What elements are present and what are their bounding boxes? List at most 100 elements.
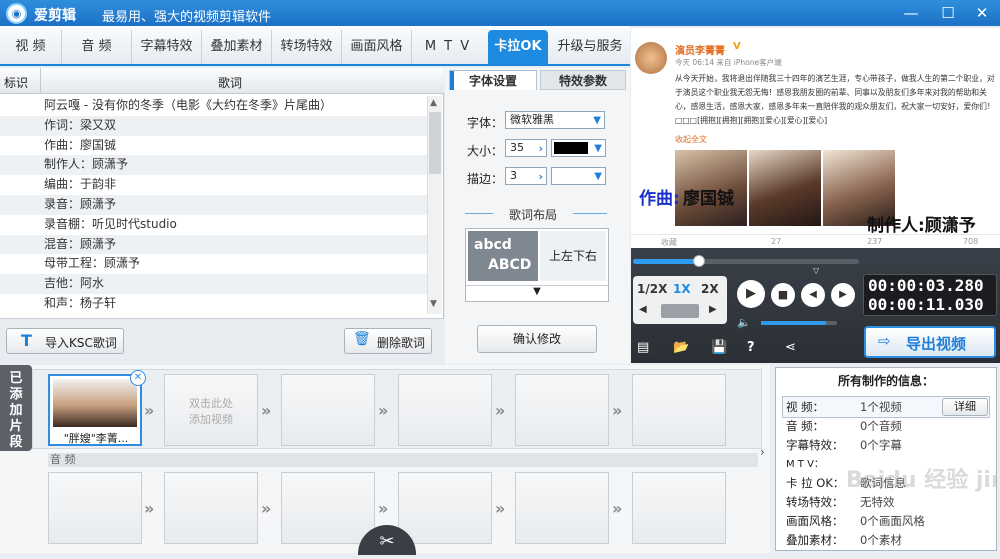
volume-fill	[761, 321, 826, 325]
lyric-row[interactable]: 母带工程：顾潇予	[0, 254, 427, 274]
import-ksc-button[interactable]: T 导入KSC歌词	[6, 328, 124, 354]
empty-clip-slot[interactable]	[632, 374, 726, 446]
lyric-list[interactable]: 阿云嘎 - 没有你的冬季（电影《大约在冬季》片尾曲） 作词：梁又双 作曲：廖国铖…	[0, 96, 427, 316]
layout-sample: abcd ABCD	[468, 231, 538, 281]
empty-audio-slot[interactable]	[398, 472, 492, 544]
empty-audio-slot[interactable]	[515, 472, 609, 544]
lyric-row[interactable]: 阿云嘎 - 没有你的冬季（电影《大约在冬季》片尾曲）	[0, 96, 427, 116]
video-clip[interactable]: "胖嫂"李菁... ✕	[48, 370, 146, 446]
lyric-row[interactable]: 作词：梁又双	[0, 115, 427, 136]
empty-audio-slot[interactable]	[281, 472, 375, 544]
volume-icon[interactable]: 🔈	[737, 316, 751, 329]
share-icon[interactable]: ⋖	[785, 340, 796, 355]
stroke-input[interactable]: 3 ›	[505, 167, 547, 185]
tab-effect-params[interactable]: 特效参数	[540, 70, 626, 90]
scroll-thumb[interactable]	[429, 112, 441, 174]
stroke-color-picker[interactable]: ▼	[551, 167, 606, 185]
open-folder-icon[interactable]: 📂	[673, 340, 689, 355]
lyric-row[interactable]: 吉他：阿水	[0, 274, 427, 294]
minimize-button[interactable]: —	[893, 0, 929, 26]
tab-karaoke[interactable]: 卡拉OK	[488, 30, 548, 64]
delete-lyric-button[interactable]: 🗑 删除歌词	[344, 328, 432, 354]
active-marker	[450, 71, 454, 90]
player-controls: ▽ 1/2X 1X 2X ◀ ▶ ▶ ■ ◀ ▶ 🔈 00:00:03.280 …	[631, 248, 1000, 363]
export-video-button[interactable]: ⇨ 导出视频	[864, 326, 996, 358]
speed-half[interactable]: 1/2X	[637, 282, 667, 296]
save-icon[interactable]: 💾	[711, 340, 727, 355]
size-input[interactable]: 35 ›	[505, 139, 547, 157]
lyric-row[interactable]: 混音：顾潇予	[0, 234, 427, 255]
scroll-down-icon[interactable]: ▼	[430, 299, 437, 309]
empty-clip-slot[interactable]	[281, 374, 375, 446]
speed-double[interactable]: 2X	[701, 282, 719, 296]
color-picker[interactable]: ▼	[551, 139, 606, 157]
add-hint-line1: 双击此处	[189, 397, 233, 410]
tab-audio[interactable]: 音 频	[62, 30, 132, 64]
progress-knob[interactable]	[692, 255, 705, 267]
tab-overlay-material[interactable]: 叠加素材	[202, 30, 272, 64]
info-key: 字幕特效：	[786, 438, 844, 452]
lyric-scrollbar[interactable]: ▲ ▼	[427, 96, 442, 314]
progress-track[interactable]	[633, 255, 859, 267]
info-value: 0个音频	[860, 419, 902, 433]
lyric-row[interactable]: 制作人：顾潇予	[0, 155, 427, 176]
tab-picture-style[interactable]: 画面风格	[342, 30, 412, 64]
chevron-down-icon: ▼	[594, 143, 602, 154]
clip-label: "胖嫂"李菁...	[63, 432, 129, 445]
stop-button[interactable]: ■	[771, 283, 795, 307]
tab-transition-effects[interactable]: 转场特效	[272, 30, 342, 64]
speed-normal[interactable]: 1X	[673, 282, 691, 296]
close-button[interactable]: ✕	[964, 0, 1000, 26]
lyric-layout-selector[interactable]: abcd ABCD 上左下右 ▼	[465, 228, 609, 302]
expand-down-icon[interactable]: ▽	[813, 266, 819, 275]
app-name: 爱剪辑	[34, 8, 76, 24]
video-preview[interactable]: 演员李菁菁 V 今天 06:14 来自 iPhone客户端 从今天开始，我将退出…	[631, 28, 1000, 248]
expand-arrow-icon[interactable]: ▼	[466, 285, 608, 301]
font-select-value: 微软雅黑	[510, 113, 554, 126]
empty-clip-slot[interactable]	[515, 374, 609, 446]
tab-subtitle-effects[interactable]: 字幕特效	[132, 30, 202, 64]
tab-mtv[interactable]: M T V	[412, 30, 484, 64]
fast-forward-icon[interactable]: ▶	[709, 304, 717, 315]
lyric-row[interactable]: 作曲：廖国铖	[0, 136, 427, 156]
chevron-right-icon: ›	[538, 170, 543, 183]
font-select[interactable]: 微软雅黑 ▼	[505, 111, 605, 129]
maximize-button[interactable]: ☐	[930, 0, 966, 26]
lyric-row[interactable]: 录音：顾潇予	[0, 194, 427, 215]
info-row-transition: 转场特效： 无特效	[784, 493, 990, 512]
rewind-icon[interactable]: ◀	[639, 304, 647, 315]
expand-right-icon[interactable]: ›	[760, 445, 765, 459]
remove-clip-icon[interactable]: ✕	[130, 370, 146, 386]
added-clips-tab[interactable]: 已添加片段	[0, 365, 32, 451]
lyric-row[interactable]: 和声：杨子轩	[0, 294, 427, 314]
play-button[interactable]: ▶	[737, 280, 765, 308]
next-frame-button[interactable]: ▶	[831, 283, 855, 307]
speed-control: 1/2X 1X 2X ◀ ▶	[633, 276, 727, 324]
tab-video[interactable]: 视 频	[0, 30, 62, 64]
arrow-right-icon: »	[495, 499, 506, 518]
lyric-row[interactable]: 编曲：于韵非	[0, 175, 427, 195]
empty-audio-slot[interactable]	[48, 472, 142, 544]
previous-frame-button[interactable]: ◀	[801, 283, 825, 307]
scroll-up-icon[interactable]: ▲	[430, 98, 437, 108]
arrow-right-icon: »	[378, 499, 389, 518]
new-project-icon[interactable]: ▤	[637, 340, 649, 355]
info-value: 1个视频	[860, 400, 902, 414]
empty-audio-slot[interactable]	[164, 472, 258, 544]
volume-track[interactable]	[761, 321, 837, 325]
lyric-table-header: 标识 歌词	[0, 68, 444, 94]
arrow-right-icon: »	[261, 499, 272, 518]
layout-option[interactable]: 上左下右	[540, 231, 606, 281]
tab-font-settings[interactable]: 字体设置	[449, 70, 537, 90]
tab-upgrade-service[interactable]: 升级与服务	[552, 30, 628, 64]
add-video-slot[interactable]: 双击此处 添加视频	[164, 374, 258, 446]
empty-clip-slot[interactable]	[398, 374, 492, 446]
empty-audio-slot[interactable]	[632, 472, 726, 544]
lyric-row[interactable]: 录音棚：听见时代studio	[0, 215, 427, 235]
detail-button[interactable]: 详细	[942, 398, 988, 416]
arrow-right-icon: »	[261, 401, 272, 420]
baidu-watermark: Baidu 经验 jingyan.baidu.com	[846, 468, 996, 493]
confirm-edit-button[interactable]: 确认修改	[477, 325, 597, 353]
jog-wheel[interactable]	[661, 304, 699, 318]
help-icon[interactable]: ?	[747, 340, 755, 355]
